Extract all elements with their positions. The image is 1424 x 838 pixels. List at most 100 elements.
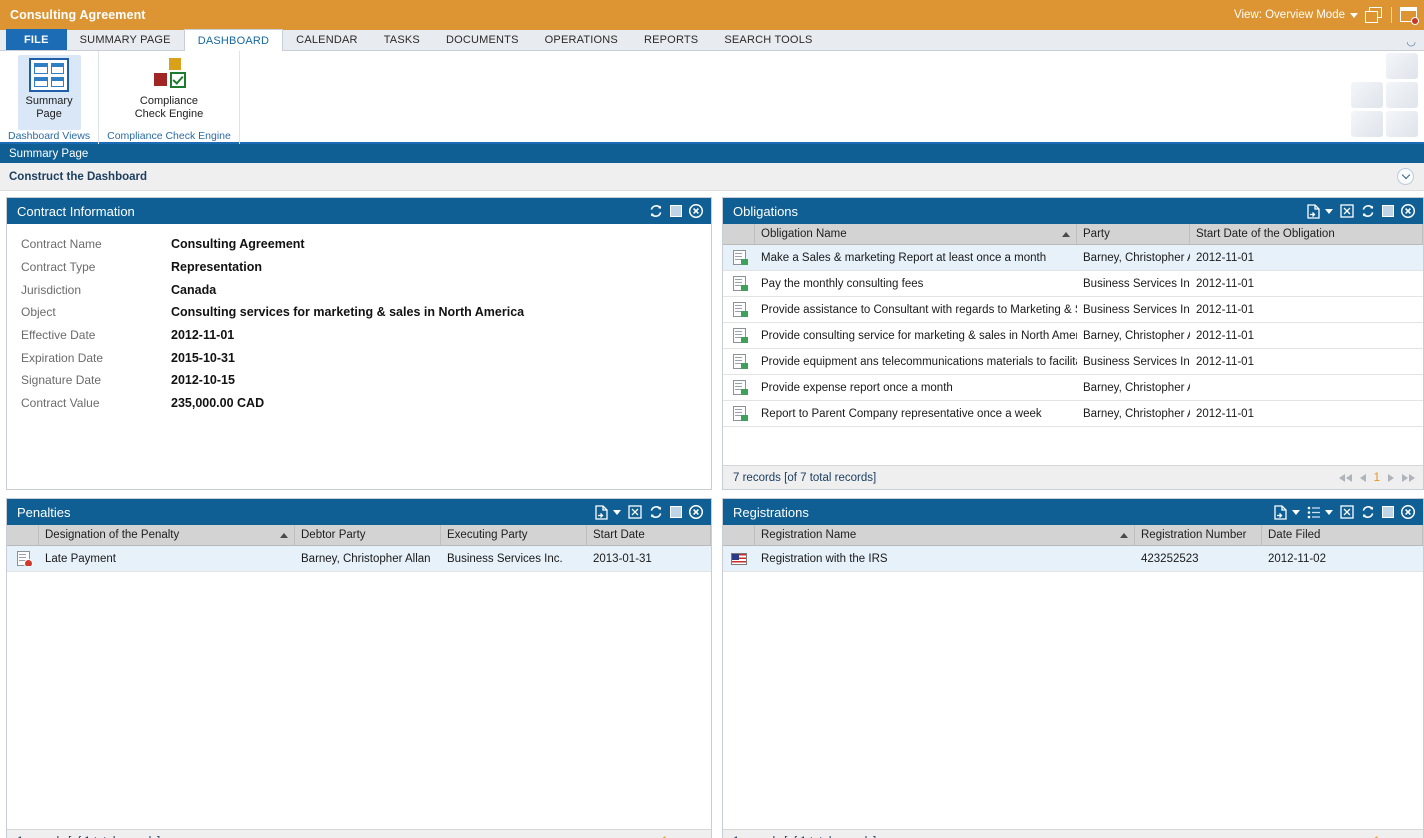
compliance-check-engine-button[interactable]: Compliance Check Engine xyxy=(127,55,212,130)
field-row: Contract Value 235,000.00 CAD xyxy=(21,392,711,415)
panel-title: Penalties xyxy=(17,505,70,520)
cell-start-date: 2012-11-01 xyxy=(1190,304,1423,316)
maximize-icon[interactable] xyxy=(670,506,682,518)
first-page-button[interactable] xyxy=(1339,474,1352,482)
field-row: Expiration Date 2015-10-31 xyxy=(21,346,711,369)
maximize-icon[interactable] xyxy=(1382,506,1394,518)
table-row[interactable]: Provide expense report once a month Barn… xyxy=(723,375,1423,401)
grid-col-label: Registration Name xyxy=(761,529,856,541)
dropdown-caret-icon[interactable] xyxy=(613,510,621,515)
sort-ascending-icon xyxy=(280,533,288,538)
tab-search-tools[interactable]: SEARCH TOOLS xyxy=(711,29,825,50)
grid-col-debtor-party[interactable]: Debtor Party xyxy=(295,525,441,545)
chevron-down-icon[interactable] xyxy=(1397,168,1414,185)
grid-col-registration-name[interactable]: Registration Name xyxy=(755,525,1135,545)
cell-obligation-name: Provide assistance to Consultant with re… xyxy=(755,304,1077,316)
dropdown-caret-icon[interactable] xyxy=(1292,510,1300,515)
grid-body-obligations: Make a Sales & marketing Report at least… xyxy=(723,245,1423,465)
export-excel-icon[interactable] xyxy=(1340,505,1354,519)
compliance-check-engine-button-label: Compliance Check Engine xyxy=(135,95,204,120)
close-icon[interactable] xyxy=(689,505,703,519)
export-document-icon[interactable] xyxy=(1307,204,1320,219)
cell-registration-number: 423252523 xyxy=(1135,553,1262,565)
maximize-icon[interactable] xyxy=(670,205,682,217)
next-page-button[interactable] xyxy=(1388,474,1394,482)
export-excel-icon[interactable] xyxy=(628,505,642,519)
panel-title: Contract Information xyxy=(17,204,135,219)
maximize-icon[interactable] xyxy=(1382,205,1394,217)
field-row: Effective Date 2012-11-01 xyxy=(21,324,711,347)
refresh-icon[interactable] xyxy=(649,204,663,218)
grid-col-start-date[interactable]: Start Date of the Obligation xyxy=(1190,224,1423,244)
tab-summary-page[interactable]: SUMMARY PAGE xyxy=(67,29,184,50)
table-row[interactable]: Provide equipment ans telecommunications… xyxy=(723,349,1423,375)
table-row[interactable]: Report to Parent Company representative … xyxy=(723,401,1423,427)
summary-page-button[interactable]: Summary Page xyxy=(18,55,81,130)
page-bar: Summary Page xyxy=(0,144,1424,163)
prev-page-button[interactable] xyxy=(1360,474,1366,482)
list-view-icon[interactable] xyxy=(1307,506,1320,519)
summary-page-button-label: Summary Page xyxy=(26,95,73,120)
panel-footer-registrations: 1 records [of 1 total records] 1 xyxy=(723,829,1423,838)
table-row[interactable]: Make a Sales & marketing Report at least… xyxy=(723,245,1423,271)
close-icon[interactable] xyxy=(689,204,703,218)
grid-col-obligation-name[interactable]: Obligation Name xyxy=(755,224,1077,244)
dropdown-caret-icon[interactable] xyxy=(1325,510,1333,515)
refresh-icon[interactable] xyxy=(1361,505,1375,519)
grid-col-registration-number[interactable]: Registration Number xyxy=(1135,525,1262,545)
tab-dashboard[interactable]: DASHBOARD xyxy=(184,29,283,51)
grid-col-designation[interactable]: Designation of the Penalty xyxy=(39,525,295,545)
panel-header-registrations: Registrations xyxy=(723,499,1423,525)
cell-obligation-name: Report to Parent Company representative … xyxy=(755,408,1077,420)
cell-designation: Late Payment xyxy=(39,553,295,565)
grid-col-date-filed[interactable]: Date Filed xyxy=(1262,525,1423,545)
field-row: Signature Date 2012-10-15 xyxy=(21,369,711,392)
table-row[interactable]: Late Payment Barney, Christopher Allan B… xyxy=(7,546,711,572)
ribbon-tab-bar: FILE SUMMARY PAGE DASHBOARD CALENDAR TAS… xyxy=(0,30,1424,51)
field-value: Canada xyxy=(171,283,216,297)
tab-calendar[interactable]: CALENDAR xyxy=(283,29,371,50)
sort-ascending-icon xyxy=(1120,533,1128,538)
cell-date-filed: 2012-11-02 xyxy=(1262,553,1423,565)
document-icon xyxy=(723,276,755,291)
cell-debtor-party: Barney, Christopher Allan xyxy=(295,553,441,565)
cell-registration-name: Registration with the IRS xyxy=(755,553,1135,565)
tab-file[interactable]: FILE xyxy=(6,29,67,50)
tab-documents[interactable]: DOCUMENTS xyxy=(433,29,532,50)
cell-start-date: 2012-11-01 xyxy=(1190,252,1423,264)
current-page-number[interactable]: 1 xyxy=(1374,472,1380,484)
table-row[interactable]: Provide consulting service for marketing… xyxy=(723,323,1423,349)
field-label: Contract Value xyxy=(21,396,171,410)
export-excel-icon[interactable] xyxy=(1340,204,1354,218)
close-icon[interactable] xyxy=(1401,505,1415,519)
grid-body-penalties: Late Payment Barney, Christopher Allan B… xyxy=(7,546,711,829)
view-mode-selector[interactable]: View: Overview Mode xyxy=(1234,9,1358,21)
dropdown-caret-icon[interactable] xyxy=(1325,209,1333,214)
table-row[interactable]: Provide assistance to Consultant with re… xyxy=(723,297,1423,323)
export-document-icon[interactable] xyxy=(595,505,608,520)
ribbon-body: Summary Page Dashboard Views Compliance … xyxy=(0,51,1424,144)
tab-tasks[interactable]: TASKS xyxy=(371,29,433,50)
restore-window-icon[interactable] xyxy=(1365,7,1384,24)
close-window-icon[interactable] xyxy=(1399,7,1418,24)
collapse-ribbon-icon[interactable]: ◡ xyxy=(1406,35,1416,48)
grid-col-party[interactable]: Party xyxy=(1077,224,1190,244)
export-document-icon[interactable] xyxy=(1274,505,1287,520)
field-value: Consulting Agreement xyxy=(171,237,305,251)
grid-col-executing-party[interactable]: Executing Party xyxy=(441,525,587,545)
close-icon[interactable] xyxy=(1401,204,1415,218)
record-count-label: 7 records [of 7 total records] xyxy=(733,472,876,484)
field-row: Object Consulting services for marketing… xyxy=(21,301,711,324)
refresh-icon[interactable] xyxy=(649,505,663,519)
refresh-icon[interactable] xyxy=(1361,204,1375,218)
table-row[interactable]: Pay the monthly consulting fees Business… xyxy=(723,271,1423,297)
cell-start-date: 2013-01-31 xyxy=(587,553,711,565)
pager: 1 xyxy=(1339,472,1415,484)
tab-operations[interactable]: OPERATIONS xyxy=(532,29,631,50)
table-row[interactable]: Registration with the IRS 423252523 2012… xyxy=(723,546,1423,572)
panel-registrations: Registrations xyxy=(722,498,1424,838)
grid-col-start-date[interactable]: Start Date xyxy=(587,525,711,545)
tab-reports[interactable]: REPORTS xyxy=(631,29,711,50)
cell-start-date: 2012-11-01 xyxy=(1190,330,1423,342)
last-page-button[interactable] xyxy=(1402,474,1415,482)
